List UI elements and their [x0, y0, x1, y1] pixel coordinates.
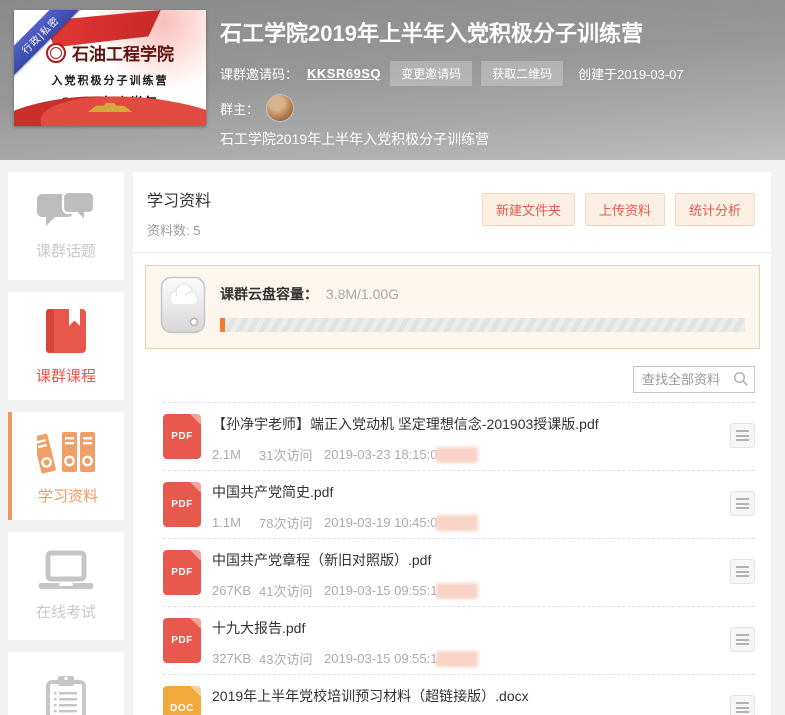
row-menu-button[interactable] [730, 695, 755, 715]
pdf-file-icon: PDF [163, 618, 201, 663]
new-folder-button[interactable]: 新建文件夹 [482, 193, 575, 226]
sidebar-item-label: 在线考试 [36, 601, 96, 622]
invite-code-label: 课群邀请码： [220, 64, 298, 83]
file-visits: 78次访问 [259, 513, 324, 532]
materials-panel: 学习资料 资料数: 5 新建文件夹 上传资料 统计分析 [133, 172, 771, 715]
clipboard-icon [44, 674, 88, 715]
cloud-capacity-label: 课群云盘容量： [220, 286, 318, 302]
sidebar-item-homework[interactable] [8, 652, 124, 715]
file-size: 267KB [212, 583, 259, 598]
banner-camp-name: 入党积极分子训练营 [14, 72, 206, 88]
sidebar-item-label: 学习资料 [38, 485, 98, 506]
sidebar-item-materials[interactable]: 学习资料 [8, 412, 124, 520]
cloud-capacity-value: 3.8M/1.00G [326, 286, 399, 302]
owner-label: 群主： [220, 99, 259, 118]
row-menu-button[interactable] [730, 423, 755, 448]
cloud-progress-fill [220, 318, 225, 332]
file-row: PDF 【孙净宇老师】端正入党动机 坚定理想信念-201903授课版.pdf 2… [163, 403, 755, 471]
school-emblem-icon [46, 43, 66, 63]
materials-count: 资料数: 5 [147, 220, 211, 239]
page-title: 石工学院2019年上半年入党积极分子训练营 [220, 16, 771, 48]
file-name-link[interactable]: 2019年上半年党校培训预习材料（超链接版）.docx [212, 686, 730, 706]
cloud-storage-box: 课群云盘容量： 3.8M/1.00G [145, 265, 760, 349]
pdf-file-icon: PDF [163, 550, 201, 595]
file-name-link[interactable]: 十九大报告.pdf [212, 618, 730, 638]
laptop-icon [37, 550, 95, 592]
course-group-header: 石油工程学院 入党积极分子训练营 2019年上半年 行政|私密 石工学院2019… [0, 0, 785, 160]
created-date: 创建于2019-03-07 [578, 64, 684, 83]
file-size: 327KB [212, 651, 259, 666]
file-size: 2.1M [212, 447, 259, 462]
invite-code-link[interactable]: KKSR69SQ [307, 66, 381, 81]
sidebar-item-topics[interactable]: 课群话题 [8, 172, 124, 280]
file-visits: 41次访问 [259, 581, 324, 600]
statistics-button[interactable]: 统计分析 [675, 193, 755, 226]
file-row: DOC 2019年上半年党校培训预习材料（超链接版）.docx 18KB 184… [163, 675, 755, 715]
chat-bubbles-icon [37, 191, 95, 231]
file-size: 1.1M [212, 515, 259, 530]
pdf-file-icon: PDF [163, 482, 201, 527]
doc-file-icon: DOC [163, 686, 201, 715]
cloud-drive-icon [160, 276, 206, 334]
book-icon [43, 306, 89, 356]
file-name-link[interactable]: 中国共产党简史.pdf [212, 482, 730, 502]
course-group-subtitle: 石工学院2019年上半年入党积极分子训练营 [220, 129, 771, 149]
uploader-name-redacted [436, 651, 478, 667]
change-invite-code-button[interactable]: 变更邀请码 [390, 61, 472, 86]
binders-icon [37, 426, 99, 476]
pdf-file-icon: PDF [163, 414, 201, 459]
uploader-name-redacted [436, 515, 478, 531]
get-qr-code-button[interactable]: 获取二维码 [481, 61, 563, 86]
upload-material-button[interactable]: 上传资料 [585, 193, 665, 226]
file-row: PDF 中国共产党章程（新旧对照版）.pdf 267KB 41次访问 2019-… [163, 539, 755, 607]
sidebar-item-label: 课群课程 [36, 365, 96, 386]
uploader-name-redacted [436, 447, 478, 463]
file-name-link[interactable]: 中国共产党章程（新旧对照版）.pdf [212, 550, 730, 570]
banner-school-name: 石油工程学院 [72, 40, 174, 65]
course-banner-image[interactable]: 石油工程学院 入党积极分子训练营 2019年上半年 行政|私密 [14, 10, 206, 126]
row-menu-button[interactable] [730, 627, 755, 652]
sidebar-item-courses[interactable]: 课群课程 [8, 292, 124, 400]
row-menu-button[interactable] [730, 491, 755, 516]
sidebar: 课群话题 课群课程 [8, 172, 124, 715]
search-icon[interactable] [733, 371, 749, 387]
file-row: PDF 十九大报告.pdf 327KB 43次访问 2019-03-15 09:… [163, 607, 755, 675]
file-visits: 43次访问 [259, 649, 324, 668]
file-list: PDF 【孙净宇老师】端正入党动机 坚定理想信念-201903授课版.pdf 2… [163, 402, 755, 715]
owner-avatar[interactable] [267, 95, 293, 121]
uploader-name-redacted [436, 583, 478, 599]
file-name-link[interactable]: 【孙净宇老师】端正入党动机 坚定理想信念-201903授课版.pdf [212, 414, 730, 434]
panel-title: 学习资料 [147, 187, 211, 211]
cloud-progress-bar [220, 318, 745, 332]
file-row: PDF 中国共产党简史.pdf 1.1M 78次访问 2019-03-19 10… [163, 471, 755, 539]
sidebar-item-label: 课群话题 [36, 240, 96, 261]
sidebar-item-exams[interactable]: 在线考试 [8, 532, 124, 640]
file-visits: 31次访问 [259, 445, 324, 464]
row-menu-button[interactable] [730, 559, 755, 584]
